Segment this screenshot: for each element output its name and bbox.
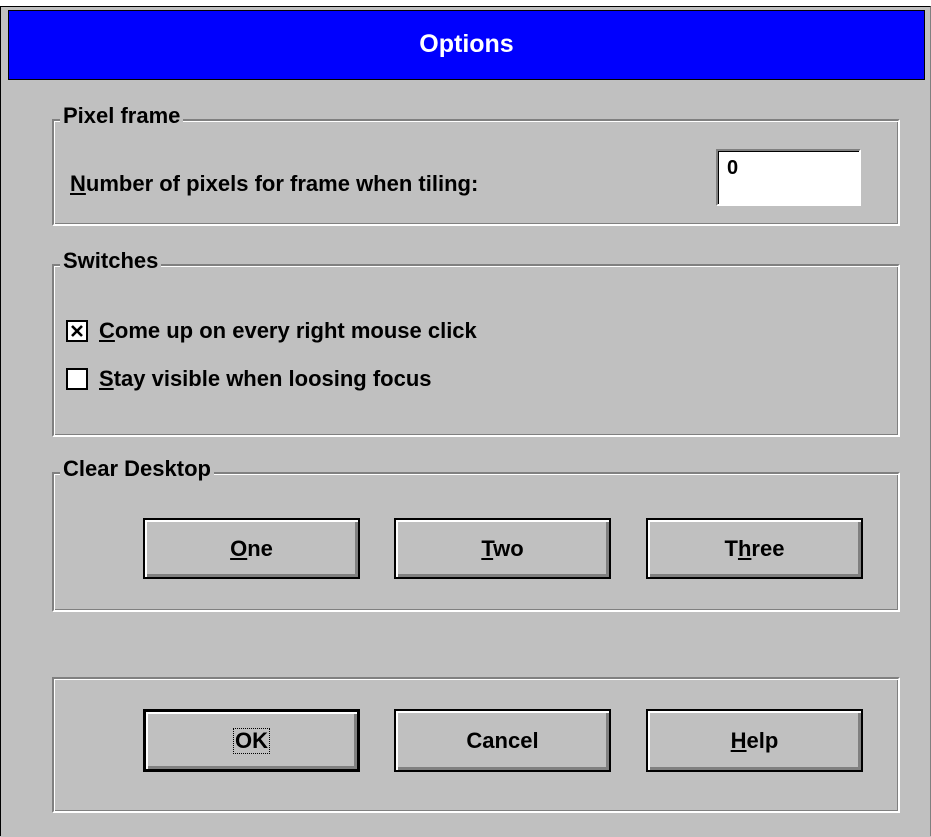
pixel-count-label-rest: umber of pixels for frame when tiling: [85, 171, 479, 196]
two-button-label: Two [481, 535, 524, 561]
pixel-frame-group-label: Pixel frame [60, 103, 184, 129]
ok-button-label: OK [233, 727, 270, 754]
right-click-label-rest: ome up on every right mouse click [114, 318, 477, 343]
checkbox-row-right-click[interactable]: Come up on every right mouse click [66, 317, 477, 345]
stay-visible-label-rest: tay visible when loosing focus [113, 366, 432, 391]
options-dialog: Options Pixel frame Number of pixels for… [0, 6, 931, 837]
clear-desktop-one-button[interactable]: One [143, 518, 360, 579]
right-click-checkbox[interactable] [66, 320, 88, 342]
switches-group: Switches [52, 248, 900, 437]
cancel-button[interactable]: Cancel [394, 709, 611, 772]
right-click-mnemonic: C [99, 318, 115, 343]
one-button-label: One [230, 535, 273, 561]
clear-desktop-group-label: Clear Desktop [60, 456, 214, 482]
stay-visible-checkbox-label: Stay visible when loosing focus [99, 366, 432, 392]
dialog-titlebar[interactable]: Options [8, 10, 925, 80]
pixel-count-label-mnemonic: N [70, 171, 86, 196]
checkbox-row-stay-visible[interactable]: Stay visible when loosing focus [66, 365, 432, 393]
dialog-title: Options [419, 30, 514, 58]
help-button[interactable]: Help [646, 709, 863, 772]
cancel-button-label: Cancel [466, 727, 539, 753]
pixel-count-input[interactable]: 0 [716, 149, 861, 206]
check-mark-icon [71, 325, 83, 337]
stay-visible-mnemonic: S [99, 366, 114, 391]
switches-group-label: Switches [60, 248, 162, 274]
ok-button[interactable]: OK [143, 709, 360, 772]
clear-desktop-two-button[interactable]: Two [394, 518, 611, 579]
help-button-label: Help [730, 727, 779, 753]
clear-desktop-three-button[interactable]: Three [646, 518, 863, 579]
right-click-checkbox-label: Come up on every right mouse click [99, 318, 477, 344]
stay-visible-checkbox[interactable] [66, 368, 88, 390]
pixel-count-label: Number of pixels for frame when tiling: [70, 171, 478, 197]
three-button-label: Three [724, 535, 785, 561]
